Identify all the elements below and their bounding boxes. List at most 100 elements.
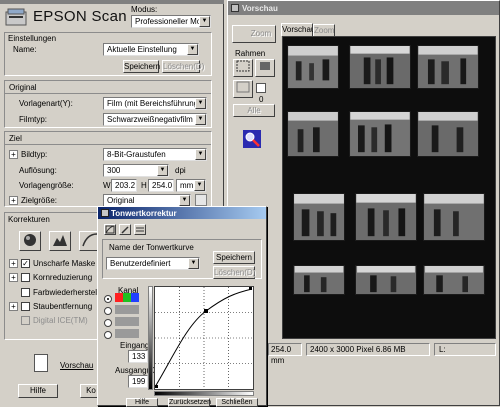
tab-zoom[interactable]: Zoom — [313, 24, 335, 36]
zielgroesse-value: Original — [107, 196, 135, 205]
kurve-label: Name der Tonwertkurve — [109, 243, 194, 252]
auto-exposure-icon — [24, 234, 36, 246]
preview-canvas[interactable] — [282, 36, 496, 339]
tonwert-title: Tonwertkorrektur — [111, 209, 177, 218]
zielgroesse-label: Zielgröße: — [21, 196, 58, 205]
ziel-group: Ziel + Bildtyp: 8-Bit-Graustufen ▼ Auflö… — [4, 131, 212, 207]
film-frame[interactable] — [293, 193, 345, 241]
kanal-green-swatch — [115, 317, 139, 326]
epson-logo-icon — [5, 6, 29, 28]
chevron-down-icon[interactable]: ▼ — [188, 258, 199, 269]
curve-delete-button[interactable]: Löschen(D) — [213, 266, 255, 279]
film-frame[interactable] — [349, 45, 411, 89]
vorlagenart-dropdown[interactable]: Film (mit Bereichsführung) ▼ — [103, 97, 207, 110]
preview-icon[interactable] — [34, 354, 48, 372]
tab-vorschau[interactable]: Vorschau — [281, 23, 315, 36]
status-size: 254.0 mm — [268, 343, 302, 365]
curve-point-mid[interactable] — [204, 309, 208, 313]
chevron-down-icon[interactable]: ▼ — [187, 44, 198, 55]
kornreduzierung-expand-button[interactable]: + — [9, 273, 18, 282]
film-frame[interactable] — [423, 265, 485, 295]
height-input[interactable]: 254.0 — [148, 179, 174, 192]
eingang-input[interactable]: 133 — [128, 350, 148, 363]
pipette-icon — [121, 226, 129, 234]
histogram-button[interactable] — [49, 231, 71, 251]
curve-point-black[interactable] — [155, 385, 158, 388]
alle-button: Alle — [233, 104, 275, 117]
farbwiederherstellung-checkbox[interactable] — [21, 288, 30, 297]
chevron-down-icon[interactable]: ▼ — [195, 114, 206, 125]
modus-label: Modus: — [131, 5, 158, 14]
kurve-dropdown[interactable]: Benutzerdefiniert ▼ — [106, 257, 200, 270]
frame-counter-box — [256, 83, 266, 93]
original-group: Original Vorlagenart(Y): Film (mit Berei… — [4, 80, 212, 128]
aufloesung-label: Auflösung: — [19, 166, 57, 175]
staubentfernung-label: Staubentfernung — [33, 302, 93, 311]
auto-locate-button[interactable] — [255, 59, 275, 77]
bildtyp-expand-button[interactable]: + — [9, 150, 18, 159]
width-input[interactable]: 203.2 — [111, 179, 137, 192]
tone-curve-graph[interactable] — [154, 286, 254, 390]
film-frame[interactable] — [355, 193, 417, 241]
film-frame[interactable] — [349, 111, 411, 157]
kanal-rgb-radio[interactable] — [104, 295, 112, 303]
help-button[interactable]: Hilfe — [18, 384, 58, 398]
film-frame[interactable] — [293, 265, 345, 295]
staubentfernung-expand-button[interactable]: + — [9, 302, 18, 311]
save-settings-button[interactable]: Speichern — [123, 60, 160, 73]
kanal-blue-radio[interactable] — [104, 331, 112, 339]
preview-window-icon — [231, 4, 239, 12]
aufloesung-dropdown[interactable]: 300 ▼ — [103, 164, 169, 177]
unscharfe-expand-button[interactable]: + — [9, 259, 18, 268]
film-frame[interactable] — [287, 45, 339, 89]
curve-tool-icon — [105, 225, 115, 234]
kanal-red-radio[interactable] — [104, 307, 112, 315]
zielgroesse-expand-button[interactable]: + — [9, 196, 18, 205]
height-label: H — [141, 181, 147, 190]
unscharfe-checkbox[interactable]: ✓ — [21, 259, 30, 268]
kanal-green-radio[interactable] — [104, 319, 112, 327]
filmtyp-dropdown[interactable]: Schwarzweißnegativfilm ▼ — [103, 113, 207, 126]
chevron-down-icon[interactable]: ▼ — [195, 149, 206, 160]
chevron-down-icon[interactable]: ▼ — [199, 16, 210, 27]
auto-exposure-button[interactable] — [19, 231, 41, 251]
bildtyp-dropdown[interactable]: 8-Bit-Graustufen ▼ — [103, 148, 207, 161]
film-frame[interactable] — [423, 193, 485, 241]
aufloesung-value: 300 — [107, 166, 121, 175]
film-frame[interactable] — [355, 265, 417, 295]
modus-dropdown[interactable]: Professioneller Modus ▼ — [131, 15, 211, 28]
film-frame[interactable] — [417, 111, 479, 157]
delete-marquee-button[interactable] — [233, 80, 253, 98]
kornreduzierung-checkbox[interactable] — [21, 273, 30, 282]
kanal-red-swatch — [115, 305, 139, 314]
magnifier-icon — [243, 130, 261, 148]
densitometer-button[interactable] — [243, 130, 261, 148]
curve-save-button[interactable]: Speichern — [213, 251, 255, 264]
ausgang-input[interactable]: 199 — [128, 375, 148, 388]
bildtyp-value: 8-Bit-Graustufen — [107, 150, 166, 159]
output-gradient-bar — [148, 286, 153, 390]
staubentfernung-checkbox[interactable] — [21, 302, 30, 311]
pipette-button[interactable] — [119, 224, 131, 235]
film-frame[interactable] — [287, 111, 339, 157]
curve-tool-button[interactable] — [104, 224, 116, 235]
unit-dropdown[interactable]: mm ▼ — [176, 179, 206, 192]
chevron-down-icon[interactable]: ▼ — [179, 195, 190, 206]
tonwert-window-icon — [101, 209, 109, 217]
chevron-down-icon[interactable]: ▼ — [195, 98, 206, 109]
name-dropdown[interactable]: Aktuelle Einstellung ▼ — [103, 43, 199, 56]
vorlagengroesse-label: Vorlagengröße: — [19, 181, 74, 190]
lock-aspect-icon[interactable] — [195, 194, 207, 206]
chevron-down-icon[interactable]: ▼ — [194, 180, 205, 191]
kornreduzierung-label: Kornreduzierung — [33, 273, 93, 282]
adjust-button[interactable] — [134, 224, 146, 235]
film-frame[interactable] — [417, 45, 479, 89]
adjust-icon — [136, 227, 144, 232]
chevron-down-icon[interactable]: ▼ — [157, 165, 168, 176]
unscharfe-label: Unscharfe Maske — [33, 259, 96, 268]
digital-ice-label: Digital ICE(TM) — [33, 316, 88, 325]
curve-point-white[interactable] — [249, 287, 252, 290]
delete-settings-button[interactable]: Löschen(D) — [162, 60, 204, 73]
vorschau-button[interactable]: Vorschau — [60, 360, 93, 371]
marquee-button[interactable] — [233, 59, 253, 77]
